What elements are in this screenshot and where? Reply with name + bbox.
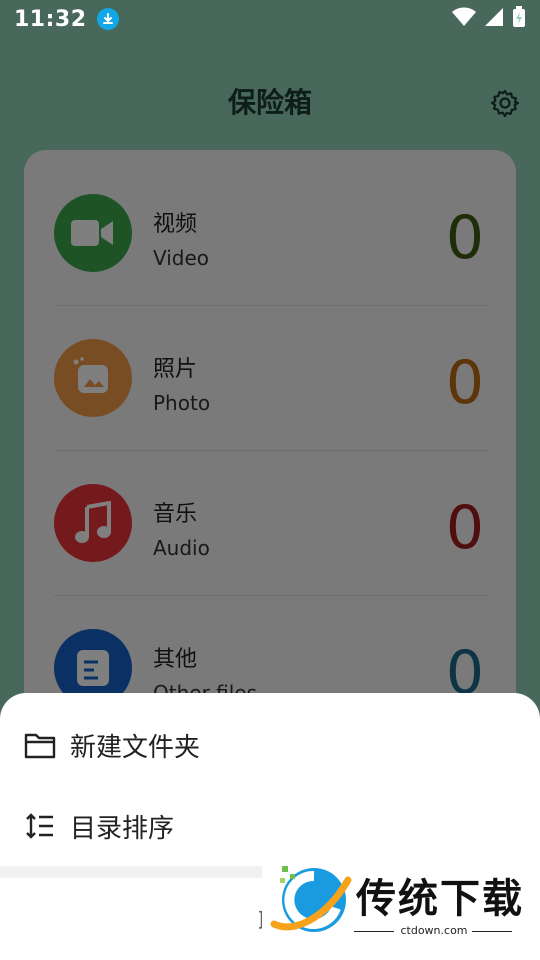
watermark-name: 传统下载 <box>356 876 524 922</box>
watermark-domain: ctdown.com <box>400 924 468 937</box>
battery-icon <box>512 6 526 32</box>
download-icon <box>96 8 119 30</box>
sort-icon <box>24 810 56 842</box>
status-bar: 11:32 <box>0 0 540 38</box>
menu-label: 新建文件夹 <box>70 732 201 763</box>
signal-icon <box>484 7 504 31</box>
folder-icon <box>24 729 56 761</box>
status-time: 11:32 <box>14 6 87 32</box>
wifi-icon <box>452 7 476 31</box>
sort-directory-button[interactable]: 目录排序 <box>0 791 540 861</box>
menu-label: 目录排序 <box>70 813 175 844</box>
watermark-emblem-icon <box>270 866 352 932</box>
watermark-logo: 传统下载 ctdown.com <box>262 860 540 942</box>
new-folder-button[interactable]: 新建文件夹 <box>0 710 540 780</box>
